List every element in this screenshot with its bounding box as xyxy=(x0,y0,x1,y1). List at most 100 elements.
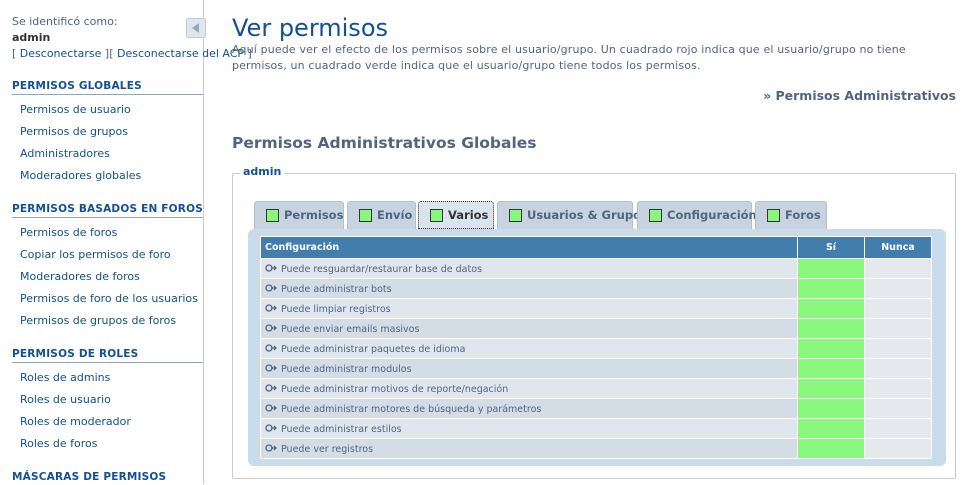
table-row: Puede administrar modulos xyxy=(260,358,932,379)
section-title: PERMISOS DE ROLES xyxy=(12,348,203,363)
never-cell xyxy=(864,318,932,339)
table-row: Puede enviar emails masivos xyxy=(260,318,932,339)
trace-permission-icon[interactable] xyxy=(265,303,277,313)
tab-envio[interactable]: Envío xyxy=(347,201,416,229)
section-title: MÁSCARAS DE PERMISOS xyxy=(12,471,167,483)
trace-permission-icon[interactable] xyxy=(265,323,277,333)
status-square-icon xyxy=(266,209,279,222)
permission-text: Puede administrar motivos de reporte/neg… xyxy=(281,384,509,395)
logout-links: [ Desconectarse ][ Desconectarse del ACP… xyxy=(12,47,252,60)
permission-text: Puede administrar estilos xyxy=(281,424,402,435)
trace-permission-icon[interactable] xyxy=(265,283,277,293)
column-header-config: Configuración xyxy=(260,236,798,259)
sidebar-item-forum-permissions[interactable]: Permisos de foros xyxy=(12,222,203,244)
table-row: Puede administrar bots xyxy=(260,278,932,299)
trace-permission-icon[interactable] xyxy=(265,363,277,373)
table-row: Puede resguardar/restaurar base de datos xyxy=(260,258,932,279)
yes-cell xyxy=(797,338,865,359)
sidebar-item-admin-roles[interactable]: Roles de admins xyxy=(12,367,203,389)
permission-label[interactable]: Puede administrar estilos xyxy=(260,418,798,439)
trace-permission-icon[interactable] xyxy=(265,383,277,393)
table-row: Puede ver registros xyxy=(260,438,932,459)
never-cell xyxy=(864,378,932,399)
sidebar-item-forum-moderators[interactable]: Moderadores de foros xyxy=(12,266,203,288)
section-title: PERMISOS BASADOS EN FOROS xyxy=(12,203,203,218)
yes-cell xyxy=(797,258,865,279)
yes-cell xyxy=(797,298,865,319)
section-global: PERMISOS GLOBALES Permisos de usuario Pe… xyxy=(12,80,203,187)
table-row: Puede administrar paquetes de idioma xyxy=(260,338,932,359)
permission-label[interactable]: Puede administrar motores de búsqueda y … xyxy=(260,398,798,419)
permission-label[interactable]: Puede enviar emails masivos xyxy=(260,318,798,339)
permission-label[interactable]: Puede administrar bots xyxy=(260,278,798,299)
tab-varios[interactable]: Varios xyxy=(418,201,494,229)
table-row: Puede administrar motores de búsqueda y … xyxy=(260,398,932,419)
yes-cell xyxy=(797,398,865,419)
permission-label[interactable]: Puede limpiar registros xyxy=(260,298,798,319)
never-cell xyxy=(864,398,932,419)
yes-cell xyxy=(797,378,865,399)
sidebar-item-user-permissions[interactable]: Permisos de usuario xyxy=(12,99,203,121)
fieldset-legend: admin xyxy=(240,165,285,178)
permission-text: Puede enviar emails masivos xyxy=(281,324,420,335)
permission-text: Puede administrar bots xyxy=(281,284,392,295)
section-title: PERMISOS GLOBALES xyxy=(12,80,203,95)
login-info: Se identificó como: admin [ Desconectars… xyxy=(12,14,252,62)
trace-permission-icon[interactable] xyxy=(265,263,277,273)
sidebar-item-administrators[interactable]: Administradores xyxy=(12,143,203,165)
permission-label[interactable]: Puede administrar motivos de reporte/neg… xyxy=(260,378,798,399)
table-row: Puede administrar motivos de reporte/neg… xyxy=(260,378,932,399)
tab-permisos[interactable]: Permisos xyxy=(254,201,344,229)
sidebar-item-user-forum-permissions[interactable]: Permisos de foro de los usuarios xyxy=(12,288,203,310)
never-cell xyxy=(864,338,932,359)
yes-cell xyxy=(797,438,865,459)
permission-text: Puede administrar paquetes de idioma xyxy=(281,344,466,355)
section-heading: Permisos Administrativos Globales xyxy=(232,134,537,152)
sidebar-item-moderator-roles[interactable]: Roles de moderador xyxy=(12,411,203,433)
status-square-icon xyxy=(359,209,372,222)
never-cell xyxy=(864,298,932,319)
yes-cell xyxy=(797,418,865,439)
permission-label[interactable]: Puede resguardar/restaurar base de datos xyxy=(260,258,798,279)
permission-text: Puede limpiar registros xyxy=(281,304,391,315)
trace-permission-icon[interactable] xyxy=(265,423,277,433)
yes-cell xyxy=(797,358,865,379)
login-label: Se identificó como: xyxy=(12,15,118,28)
permissions-table: Configuración Sí Nunca Puede resguardar/… xyxy=(260,236,932,459)
permission-label[interactable]: Puede ver registros xyxy=(260,438,798,459)
never-cell xyxy=(864,418,932,439)
sidebar-item-user-roles[interactable]: Roles de usuario xyxy=(12,389,203,411)
table-row: Puede administrar estilos xyxy=(260,418,932,439)
sidebar-item-copy-forum-permissions[interactable]: Copiar los permisos de foro xyxy=(12,244,203,266)
admin-permissions-link[interactable]: » Permisos Administrativos xyxy=(763,88,956,103)
logout-link[interactable]: Desconectarse xyxy=(20,47,102,60)
tab-foros[interactable]: Foros xyxy=(755,201,827,229)
permission-label[interactable]: Puede administrar paquetes de idioma xyxy=(260,338,798,359)
status-square-icon xyxy=(509,209,522,222)
permission-label[interactable]: Puede administrar modulos xyxy=(260,358,798,379)
table-row: Puede limpiar registros xyxy=(260,298,932,319)
sidebar-item-forum-roles[interactable]: Roles de foros xyxy=(12,433,203,455)
tab-usuarios-grupos[interactable]: Usuarios & Grupos xyxy=(497,201,648,229)
page-description: Aquí puede ver el efecto de los permisos… xyxy=(232,43,906,72)
tab-configuracion[interactable]: Configuración xyxy=(637,201,757,229)
sidebar: Se identificó como: admin [ Desconectars… xyxy=(0,0,252,484)
sidebar-item-group-forum-permissions[interactable]: Permisos de grupos de foros xyxy=(12,310,203,332)
yes-cell xyxy=(797,278,865,299)
column-header-never: Nunca xyxy=(864,236,932,259)
permission-text: Puede resguardar/restaurar base de datos xyxy=(281,264,482,275)
section-forum: PERMISOS BASADOS EN FOROS Permisos de fo… xyxy=(12,203,203,332)
trace-permission-icon[interactable] xyxy=(265,443,277,453)
logout-acp-link[interactable]: Desconectarse del ACP xyxy=(117,47,244,60)
page-title: Ver permisos xyxy=(232,14,388,42)
never-cell xyxy=(864,278,932,299)
permission-text: Puede administrar motores de búsqueda y … xyxy=(281,404,542,415)
trace-permission-icon[interactable] xyxy=(265,343,277,353)
yes-cell xyxy=(797,318,865,339)
collapse-sidebar-icon[interactable] xyxy=(186,18,206,38)
trace-permission-icon[interactable] xyxy=(265,403,277,413)
sidebar-item-group-permissions[interactable]: Permisos de grupos xyxy=(12,121,203,143)
sidebar-item-global-moderators[interactable]: Moderadores globales xyxy=(12,165,203,187)
permission-text: Puede ver registros xyxy=(281,444,374,455)
column-header-yes: Sí xyxy=(797,236,865,259)
